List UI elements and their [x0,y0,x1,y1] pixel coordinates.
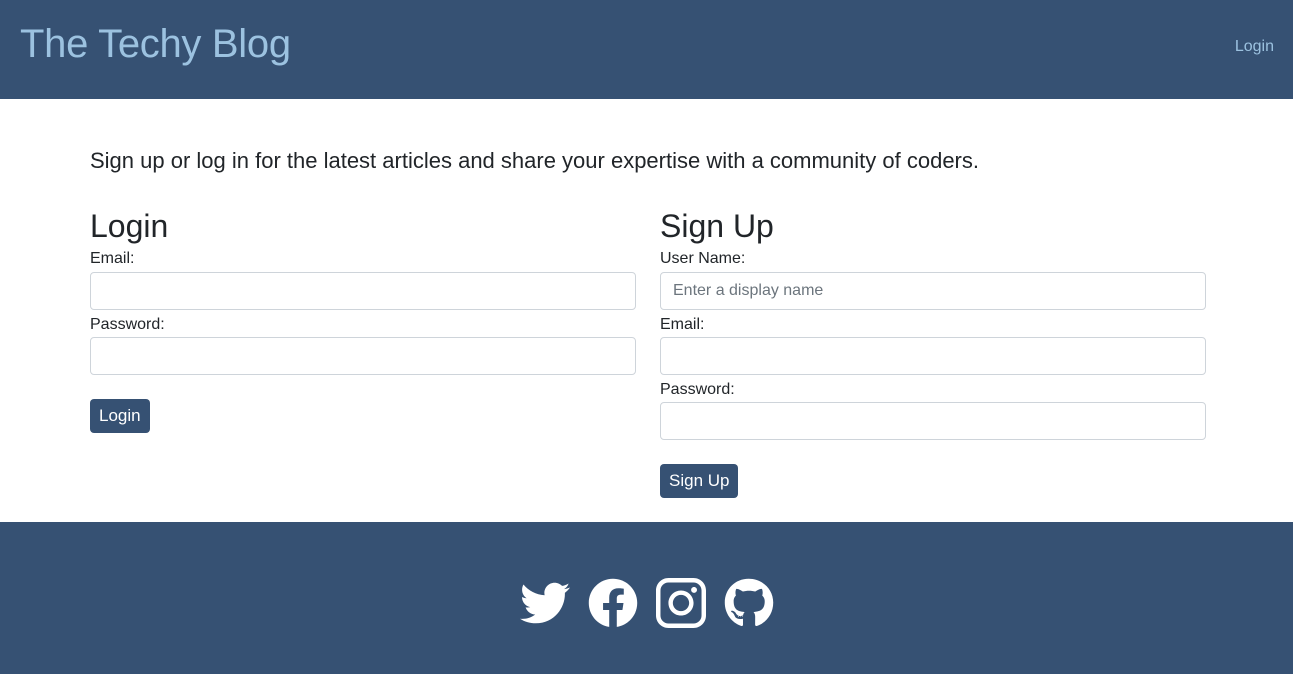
login-heading: Login [90,208,169,244]
signup-username-label: User Name: [660,250,746,268]
signup-password-input[interactable] [660,401,1206,440]
login-form: Login Email: Password: Login [90,207,636,433]
signup-password-label: Password: [660,380,735,398]
facebook-icon[interactable] [588,578,638,628]
signup-button[interactable]: Sign Up [660,463,739,498]
login-email-label: Email: [90,250,135,268]
signup-form: Sign Up User Name: Email: Password: Sign… [660,207,1206,498]
instagram-icon[interactable] [655,578,706,628]
nav-login-link[interactable]: Login [1235,38,1274,56]
github-icon[interactable] [724,578,774,628]
twitter-icon[interactable] [519,578,570,628]
signup-username-input[interactable] [660,271,1206,310]
signup-email-label: Email: [660,315,705,333]
signup-email-input[interactable] [660,336,1206,375]
main-content: Sign up or log in for the latest article… [0,99,1293,522]
signup-heading: Sign Up [660,208,774,244]
navbar: The Techy Blog Login [0,0,1293,99]
login-password-label: Password: [90,315,165,333]
footer [0,522,1293,674]
login-email-input[interactable] [90,271,636,310]
login-password-input[interactable] [90,336,636,375]
login-button[interactable]: Login [90,398,150,433]
brand-link[interactable]: The Techy Blog [20,22,291,67]
intro-text: Sign up or log in for the latest article… [90,148,979,173]
